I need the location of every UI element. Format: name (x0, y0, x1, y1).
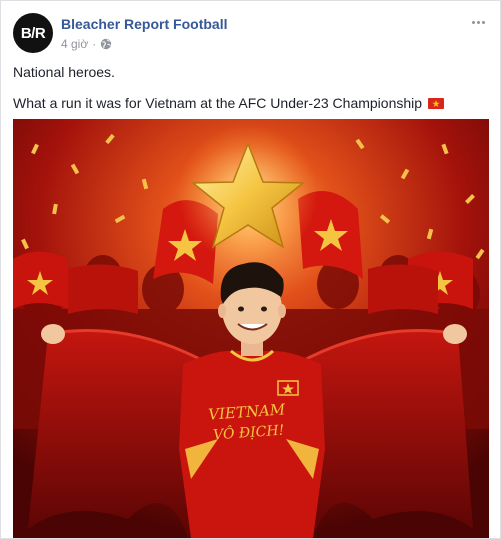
post-card: B/R Bleacher Report Football 4 giờ · Nat… (0, 0, 501, 539)
post-timestamp[interactable]: 4 giờ (61, 37, 88, 51)
vietnam-flag-icon (427, 95, 444, 114)
page-avatar[interactable]: B/R (13, 13, 53, 53)
illustration: VIETNAM VÔ ĐỊCH! (13, 119, 489, 538)
post-text: National heroes. What a run it was for V… (13, 63, 488, 126)
post-line-1: National heroes. (13, 63, 488, 82)
post-line-2-text: What a run it was for Vietnam at the AFC… (13, 95, 423, 111)
post-meta: 4 giờ · (61, 37, 112, 51)
more-options-icon[interactable] (468, 15, 488, 29)
globe-icon[interactable] (100, 38, 112, 50)
post-header: B/R Bleacher Report Football 4 giờ · (13, 13, 488, 57)
page-name-link[interactable]: Bleacher Report Football (61, 16, 227, 32)
post-image[interactable]: VIETNAM VÔ ĐỊCH! (13, 119, 489, 538)
post-line-2: What a run it was for Vietnam at the AFC… (13, 94, 488, 114)
meta-separator: · (92, 37, 97, 51)
post-line-1-text: National heroes. (13, 64, 115, 80)
